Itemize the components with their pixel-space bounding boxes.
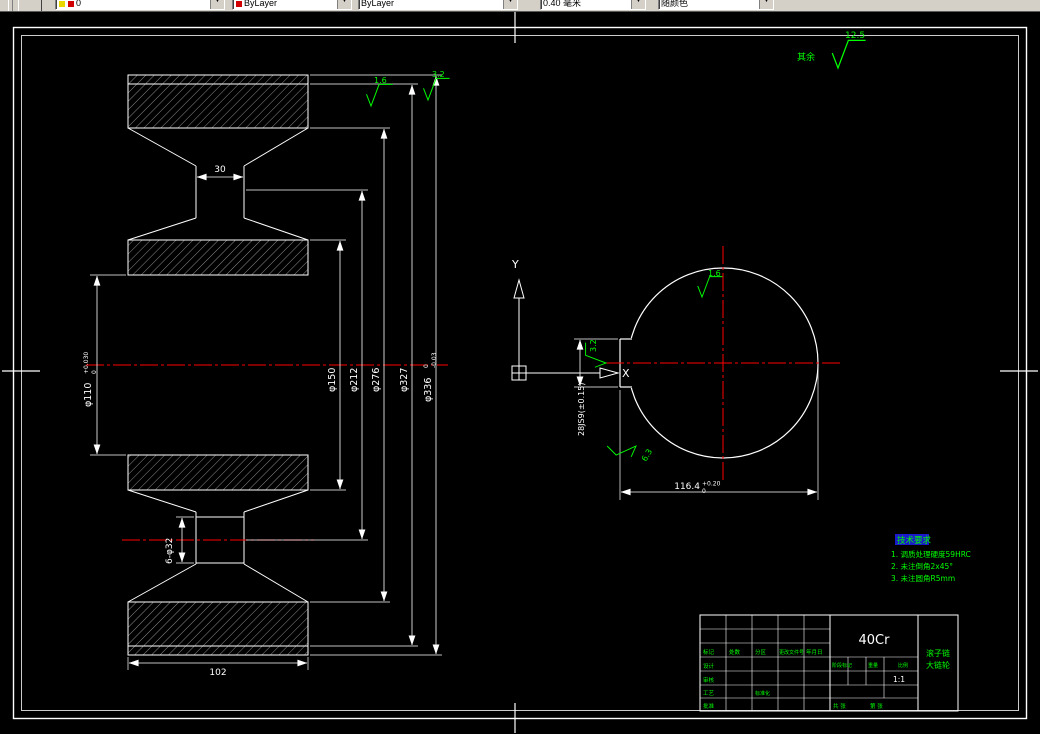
rim-top-section	[127, 74, 309, 129]
dim-web-width: 30	[214, 165, 226, 175]
tb-label: 年月日	[806, 648, 823, 656]
material-value: 40Cr	[859, 633, 891, 648]
svg-text:φ327: φ327	[399, 368, 410, 392]
tb-label: 处数	[729, 648, 741, 656]
chevron-down-icon[interactable]: ▼	[210, 0, 224, 9]
notes-title: 技术要求	[897, 535, 932, 546]
dim-bolt-circle-diameter: φ212	[349, 368, 360, 392]
dim-bore-diameter: φ110 +0.030 0	[83, 352, 98, 407]
general-roughness-prefix: 其余	[797, 51, 815, 63]
tb-label: 阶段标记	[832, 662, 852, 669]
roughness-rim-value: 3.2	[432, 70, 445, 79]
part-name: 大链轮	[926, 660, 950, 670]
note-item: 3. 未注圆角R5mm	[891, 573, 955, 583]
extension-lines	[90, 74, 442, 670]
svg-text:+0.20: +0.20	[702, 481, 721, 488]
dim-total-width: 102	[209, 668, 226, 678]
tb-label: 设计	[703, 662, 715, 670]
svg-text:+0.030: +0.030	[83, 352, 90, 374]
layer-state-icon	[59, 1, 65, 7]
chevron-down-icon[interactable]: ▼	[759, 0, 773, 9]
roughness-icon: 6.3	[606, 431, 654, 464]
tb-label: 共 张	[833, 702, 846, 710]
svg-text:φ110: φ110	[83, 383, 94, 407]
general-roughness-value: 12.5	[845, 31, 865, 41]
linetype-dropdown-value: ByLayer	[361, 0, 395, 8]
svg-text:0: 0	[702, 488, 706, 495]
scale-value: 1:1	[893, 675, 905, 684]
centerlines	[86, 364, 448, 541]
svg-text:-0.03: -0.03	[431, 352, 438, 368]
roughness-bore-value: 1.6	[708, 269, 721, 278]
svg-text:φ276: φ276	[371, 368, 382, 392]
title-block: 40Cr 滚子链 大链轮 标记 处数 分区 更改文件号 年月日 设计 审核 工艺…	[699, 614, 959, 712]
chevron-down-icon[interactable]: ▼	[337, 0, 351, 9]
roughness-icon: 3.2	[585, 339, 607, 368]
svg-text:φ336: φ336	[423, 378, 434, 402]
general-roughness: 其余 12.5	[797, 31, 867, 69]
dim-root-diameter: φ327	[399, 368, 410, 392]
color-dropdown[interactable]: ByLayer ▼	[232, 0, 352, 10]
tb-label: 审核	[703, 676, 715, 684]
centerlines	[606, 246, 840, 480]
dim-keyway-depth: 116.4 +0.20 0	[674, 481, 720, 496]
layer-dropdown[interactable]: 0 ▼	[55, 0, 225, 10]
roughness-icon: 1.6	[697, 269, 723, 298]
tb-label: 比例	[898, 662, 908, 669]
dimension-lines	[93, 75, 440, 667]
svg-text:0: 0	[423, 364, 430, 368]
svg-text:28JS9(±0.15): 28JS9(±0.15)	[577, 383, 586, 436]
dim-rim-inner-diameter: φ276	[371, 368, 382, 392]
hub-top-section	[127, 239, 309, 276]
svg-text:6-φ32: 6-φ32	[165, 538, 175, 564]
tb-label: 工艺	[703, 690, 715, 697]
dim-hub-diameter: φ150	[327, 368, 338, 392]
technical-notes: 技术要求 1. 调质处理硬度59HRC 2. 未注倒角2x45° 3. 未注圆角…	[891, 534, 971, 583]
tb-label: 更改文件号	[779, 649, 804, 656]
note-item: 1. 调质处理硬度59HRC	[891, 549, 971, 559]
linetype-dropdown[interactable]: ByLayer ▼	[358, 0, 518, 10]
plotstyle-dropdown[interactable]: 随颜色 ▼	[658, 0, 774, 10]
tb-label: 批准	[703, 702, 715, 710]
chevron-down-icon[interactable]: ▼	[631, 0, 645, 9]
lineweight-dropdown[interactable]: 0.40 毫米 ▼	[540, 0, 646, 10]
toolbar-grip[interactable]	[8, 0, 13, 11]
properties-toolbar: 0 ▼ ByLayer ▼ ByLayer ▼ 0.40 毫米 ▼ 随颜色 ▼	[0, 0, 1040, 12]
roughness-face-value: 1.6	[374, 76, 387, 85]
lineweight-dropdown-value: 0.40 毫米	[543, 0, 582, 8]
dim-bolt-holes: 6-φ32	[165, 538, 175, 564]
tb-label: 标准化	[755, 690, 770, 697]
note-item: 2. 未注倒角2x45°	[891, 561, 953, 571]
hub-bottom-section	[127, 454, 309, 491]
svg-text:0: 0	[91, 370, 98, 374]
svg-text:φ212: φ212	[349, 368, 360, 392]
ucs-y-label: Y	[511, 258, 519, 271]
roughness-keyway-bottom-value: 6.3	[640, 447, 654, 463]
sprocket-section-view: 30 102 φ336 0 -0.03 φ327 φ276 φ212 φ150 …	[83, 70, 451, 678]
color-dropdown-value: ByLayer	[244, 0, 278, 8]
roughness-icon: 1.6	[366, 76, 394, 107]
ucs-x-label: X	[622, 367, 630, 380]
roughness-icon	[831, 39, 867, 69]
roughness-keyway-side-value: 3.2	[589, 339, 598, 352]
part-name: 滚子链	[926, 648, 950, 658]
tb-label: 重量	[868, 662, 878, 669]
roughness-icon: 3.2	[423, 70, 451, 101]
bore-keyway-view: 116.4 +0.20 0 28JS9(±0.15) 1.6 3.2 6.3	[574, 246, 840, 500]
tb-label: 标记	[703, 648, 715, 656]
svg-text:116.4: 116.4	[674, 482, 700, 492]
tb-label: 第 张	[870, 702, 883, 710]
application-window: 0 ▼ ByLayer ▼ ByLayer ▼ 0.40 毫米 ▼ 随颜色 ▼	[0, 0, 1040, 734]
layer-manager-button[interactable]	[18, 0, 42, 11]
color-swatch-icon	[236, 1, 242, 7]
plotstyle-dropdown-value: 随颜色	[661, 0, 689, 8]
svg-text:φ150: φ150	[327, 368, 338, 392]
tb-label: 分区	[755, 648, 767, 656]
drawing-canvas[interactable]: 30 102 φ336 0 -0.03 φ327 φ276 φ212 φ150 …	[0, 0, 1040, 734]
rim-bottom-section	[127, 601, 309, 656]
chevron-down-icon[interactable]: ▼	[503, 0, 517, 9]
layer-dropdown-value: 0	[76, 0, 82, 8]
layer-color-icon	[68, 1, 74, 7]
dim-keyway-width: 28JS9(±0.15)	[577, 383, 586, 436]
